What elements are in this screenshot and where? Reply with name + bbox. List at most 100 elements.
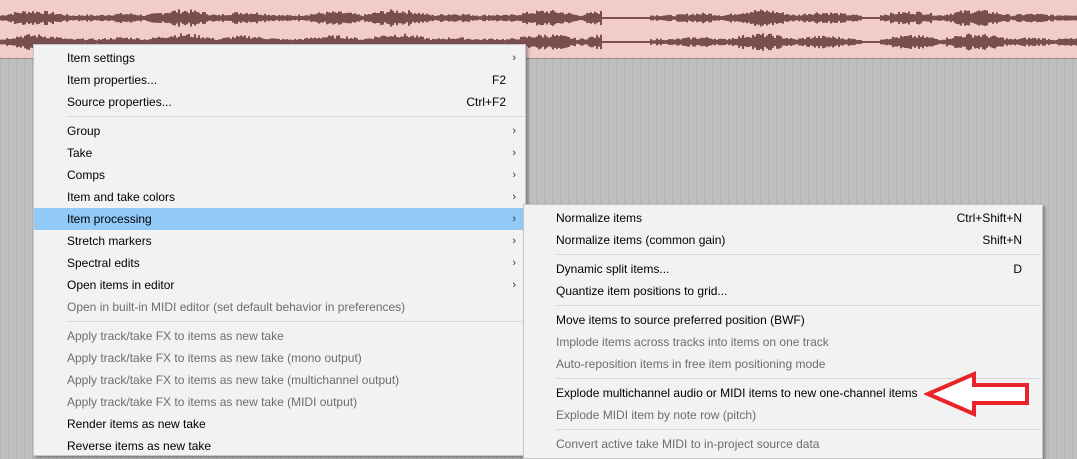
waveform-sample: [856, 14, 858, 22]
waveform-sample: [626, 17, 628, 19]
waveform-sample: [896, 37, 898, 47]
menu-item-item-and-take-colors[interactable]: Item and take colors ›: [34, 186, 525, 208]
waveform-sample: [242, 14, 244, 22]
waveform-sample: [888, 39, 890, 45]
waveform-sample: [10, 13, 12, 23]
waveform-sample: [1032, 14, 1034, 22]
waveform-sample: [868, 41, 870, 43]
waveform-sample: [352, 14, 354, 22]
chevron-right-icon: ›: [512, 279, 516, 291]
waveform-sample: [654, 40, 656, 44]
waveform-sample: [350, 12, 352, 24]
waveform-sample: [770, 33, 772, 51]
waveform-sample: [538, 11, 540, 25]
waveform-sample: [138, 15, 140, 21]
waveform-sample: [1046, 39, 1048, 45]
waveform-sample: [952, 14, 954, 22]
waveform-sample: [616, 17, 618, 19]
waveform-sample: [344, 13, 346, 23]
chevron-right-icon: ›: [512, 169, 516, 181]
waveform-sample: [862, 17, 864, 19]
waveform-sample: [742, 35, 744, 49]
waveform-sample: [460, 15, 462, 21]
waveform-sample: [322, 13, 324, 23]
waveform-sample: [992, 12, 994, 24]
menu-item-group[interactable]: Group ›: [34, 120, 525, 142]
waveform-sample: [1006, 38, 1008, 46]
menu-item-label: Stretch markers: [67, 234, 152, 248]
menu-item-spectral-edits[interactable]: Spectral edits ›: [34, 252, 525, 274]
waveform-sample: [1054, 40, 1056, 44]
waveform-sample: [882, 39, 884, 45]
waveform-sample: [798, 14, 800, 22]
waveform-sample: [922, 14, 924, 22]
waveform-sample: [794, 39, 796, 45]
submenu-item-move-items-to-source-preferred-position-[interactable]: Move items to source preferred position …: [524, 309, 1042, 331]
waveform-sample: [964, 37, 966, 47]
waveform-sample: [810, 38, 812, 46]
waveform-sample: [1072, 15, 1074, 21]
waveform-sample: [92, 15, 94, 21]
waveform-sample: [42, 14, 44, 22]
waveform-sample: [1068, 38, 1070, 46]
waveform-sample: [548, 37, 550, 47]
waveform-sample: [562, 12, 564, 24]
waveform-sample: [912, 37, 914, 47]
waveform-sample: [52, 12, 54, 24]
menu-item-open-items-in-editor[interactable]: Open items in editor ›: [34, 274, 525, 296]
waveform-sample: [766, 35, 768, 49]
menu-item-take[interactable]: Take ›: [34, 142, 525, 164]
chevron-right-icon: ›: [512, 213, 516, 225]
waveform-sample: [846, 15, 848, 21]
waveform-sample: [650, 15, 652, 21]
waveform-sample: [206, 14, 208, 22]
submenu-item-normalize-items-common-gain[interactable]: Normalize items (common gain) Shift+N: [524, 229, 1042, 251]
waveform-sample: [814, 36, 816, 48]
waveform-sample: [296, 16, 298, 20]
waveform-sample: [966, 34, 968, 50]
waveform-sample: [1000, 37, 1002, 47]
waveform-sample: [706, 14, 708, 22]
waveform-sample: [696, 13, 698, 23]
waveform-sample: [312, 14, 314, 22]
waveform-sample: [622, 41, 624, 43]
menu-item-stretch-markers[interactable]: Stretch markers ›: [34, 230, 525, 252]
waveform-sample: [632, 17, 634, 19]
waveform-sample: [748, 37, 750, 47]
submenu-item-quantize-item-positions-to-grid[interactable]: Quantize item positions to grid...: [524, 280, 1042, 302]
submenu-item-normalize-items[interactable]: Normalize items Ctrl+Shift+N: [524, 207, 1042, 229]
menu-item-source-properties[interactable]: Source properties... Ctrl+F2: [34, 91, 525, 113]
menu-item-item-processing[interactable]: Item processing ›: [34, 208, 525, 230]
waveform-sample: [420, 14, 422, 22]
menu-item-item-settings[interactable]: Item settings ›: [34, 47, 525, 69]
waveform-sample: [446, 15, 448, 21]
waveform-sample: [644, 41, 646, 43]
waveform-sample: [844, 39, 846, 45]
waveform-sample: [278, 14, 280, 22]
waveform-sample: [452, 14, 454, 22]
waveform-sample: [396, 10, 398, 26]
waveform-sample: [636, 41, 638, 43]
waveform-sample: [552, 34, 554, 50]
waveform-sample: [456, 14, 458, 22]
waveform-sample: [570, 38, 572, 46]
menu-item-render-items-as-new-take[interactable]: Render items as new take: [34, 413, 525, 435]
waveform-sample: [848, 15, 850, 21]
waveform-sample: [776, 35, 778, 49]
waveform-sample: [938, 15, 940, 21]
waveform-sample: [594, 11, 596, 25]
waveform-sample: [858, 39, 860, 45]
waveform-sample: [6, 15, 8, 21]
menu-item-reverse-items-as-new-take[interactable]: Reverse items as new take: [34, 435, 525, 457]
waveform-sample: [916, 37, 918, 47]
submenu-item-dynamic-split-items[interactable]: Dynamic split items... D: [524, 258, 1042, 280]
waveform-sample: [176, 12, 178, 24]
waveform-sample: [990, 13, 992, 23]
menu-item-item-properties[interactable]: Item properties... F2: [34, 69, 525, 91]
waveform-sample: [12, 14, 14, 22]
waveform-sample: [122, 14, 124, 22]
menu-item-comps[interactable]: Comps ›: [34, 164, 525, 186]
waveform-sample: [946, 37, 948, 47]
waveform-sample: [652, 15, 654, 21]
waveform-sample: [1072, 38, 1074, 46]
